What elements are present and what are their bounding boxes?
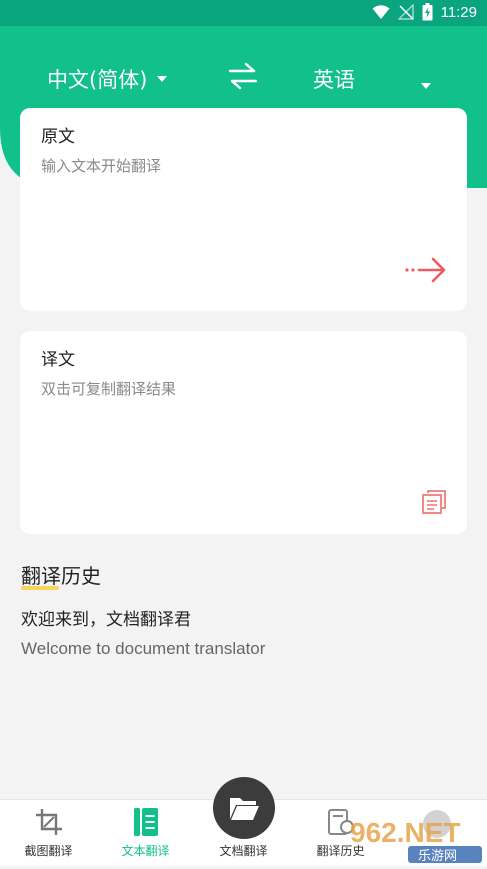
folder-icon	[230, 798, 259, 820]
document-translate-fab[interactable]	[213, 777, 275, 839]
status-time: 11:29	[440, 3, 477, 21]
translation-result-text[interactable]: 双击可复制翻译结果	[41, 378, 176, 399]
caret-down-icon	[421, 83, 431, 89]
language-selector: 中文(简体) 英语	[0, 26, 487, 112]
swap-icon	[228, 62, 258, 90]
history-item-source: 欢迎来到，文档翻译君	[21, 610, 191, 630]
translation-card-title: 译文	[41, 350, 75, 370]
translation-result-card[interactable]: 译文 双击可复制翻译结果	[20, 331, 467, 534]
history-title-text: 翻译历史	[21, 564, 101, 588]
wifi-icon	[372, 5, 390, 19]
translate-button[interactable]	[404, 256, 448, 288]
watermark-text: 962.NET	[350, 817, 461, 848]
watermark-subtext: 乐游网	[418, 849, 457, 864]
copy-icon	[422, 490, 446, 514]
source-card-title: 原文	[41, 127, 75, 147]
tab-screenshot-translate[interactable]: 截图翻译	[0, 800, 97, 866]
tab-text-translate[interactable]: 文本翻译	[97, 800, 194, 866]
source-text-input[interactable]: 输入文本开始翻译	[41, 155, 161, 176]
status-bar: 11:29	[0, 0, 487, 26]
history-title: 翻译历史	[21, 560, 101, 590]
target-language-caret[interactable]	[421, 74, 431, 93]
source-text-card[interactable]: 原文 输入文本开始翻译	[20, 108, 467, 311]
text-doc-icon	[133, 808, 158, 836]
arrow-right-icon	[405, 257, 446, 283]
no-signal-icon	[397, 4, 414, 20]
caret-down-icon	[157, 76, 168, 82]
target-language-label: 英语	[313, 68, 355, 92]
crop-icon	[35, 809, 62, 835]
site-watermark: 962.NET 乐游网	[348, 806, 487, 865]
history-section: 翻译历史 欢迎来到，文档翻译君 Welcome to document tran…	[21, 560, 265, 659]
source-language-label: 中文(简体)	[47, 68, 148, 92]
swap-languages-button[interactable]	[228, 62, 258, 94]
tab-label: 文档翻译	[219, 844, 268, 858]
battery-charging-icon	[422, 3, 433, 21]
copy-button[interactable]	[421, 489, 447, 519]
history-item-translation: Welcome to document translator	[21, 639, 266, 658]
tab-label: 文本翻译	[121, 844, 170, 858]
history-item[interactable]: 欢迎来到，文档翻译君 Welcome to document translato…	[21, 605, 265, 659]
watermark-logo: 962.NET 乐游网	[350, 810, 482, 864]
target-language-dropdown[interactable]: 英语	[313, 64, 355, 94]
source-language-dropdown[interactable]: 中文(简体)	[47, 64, 168, 94]
tab-label: 截图翻译	[24, 844, 73, 858]
